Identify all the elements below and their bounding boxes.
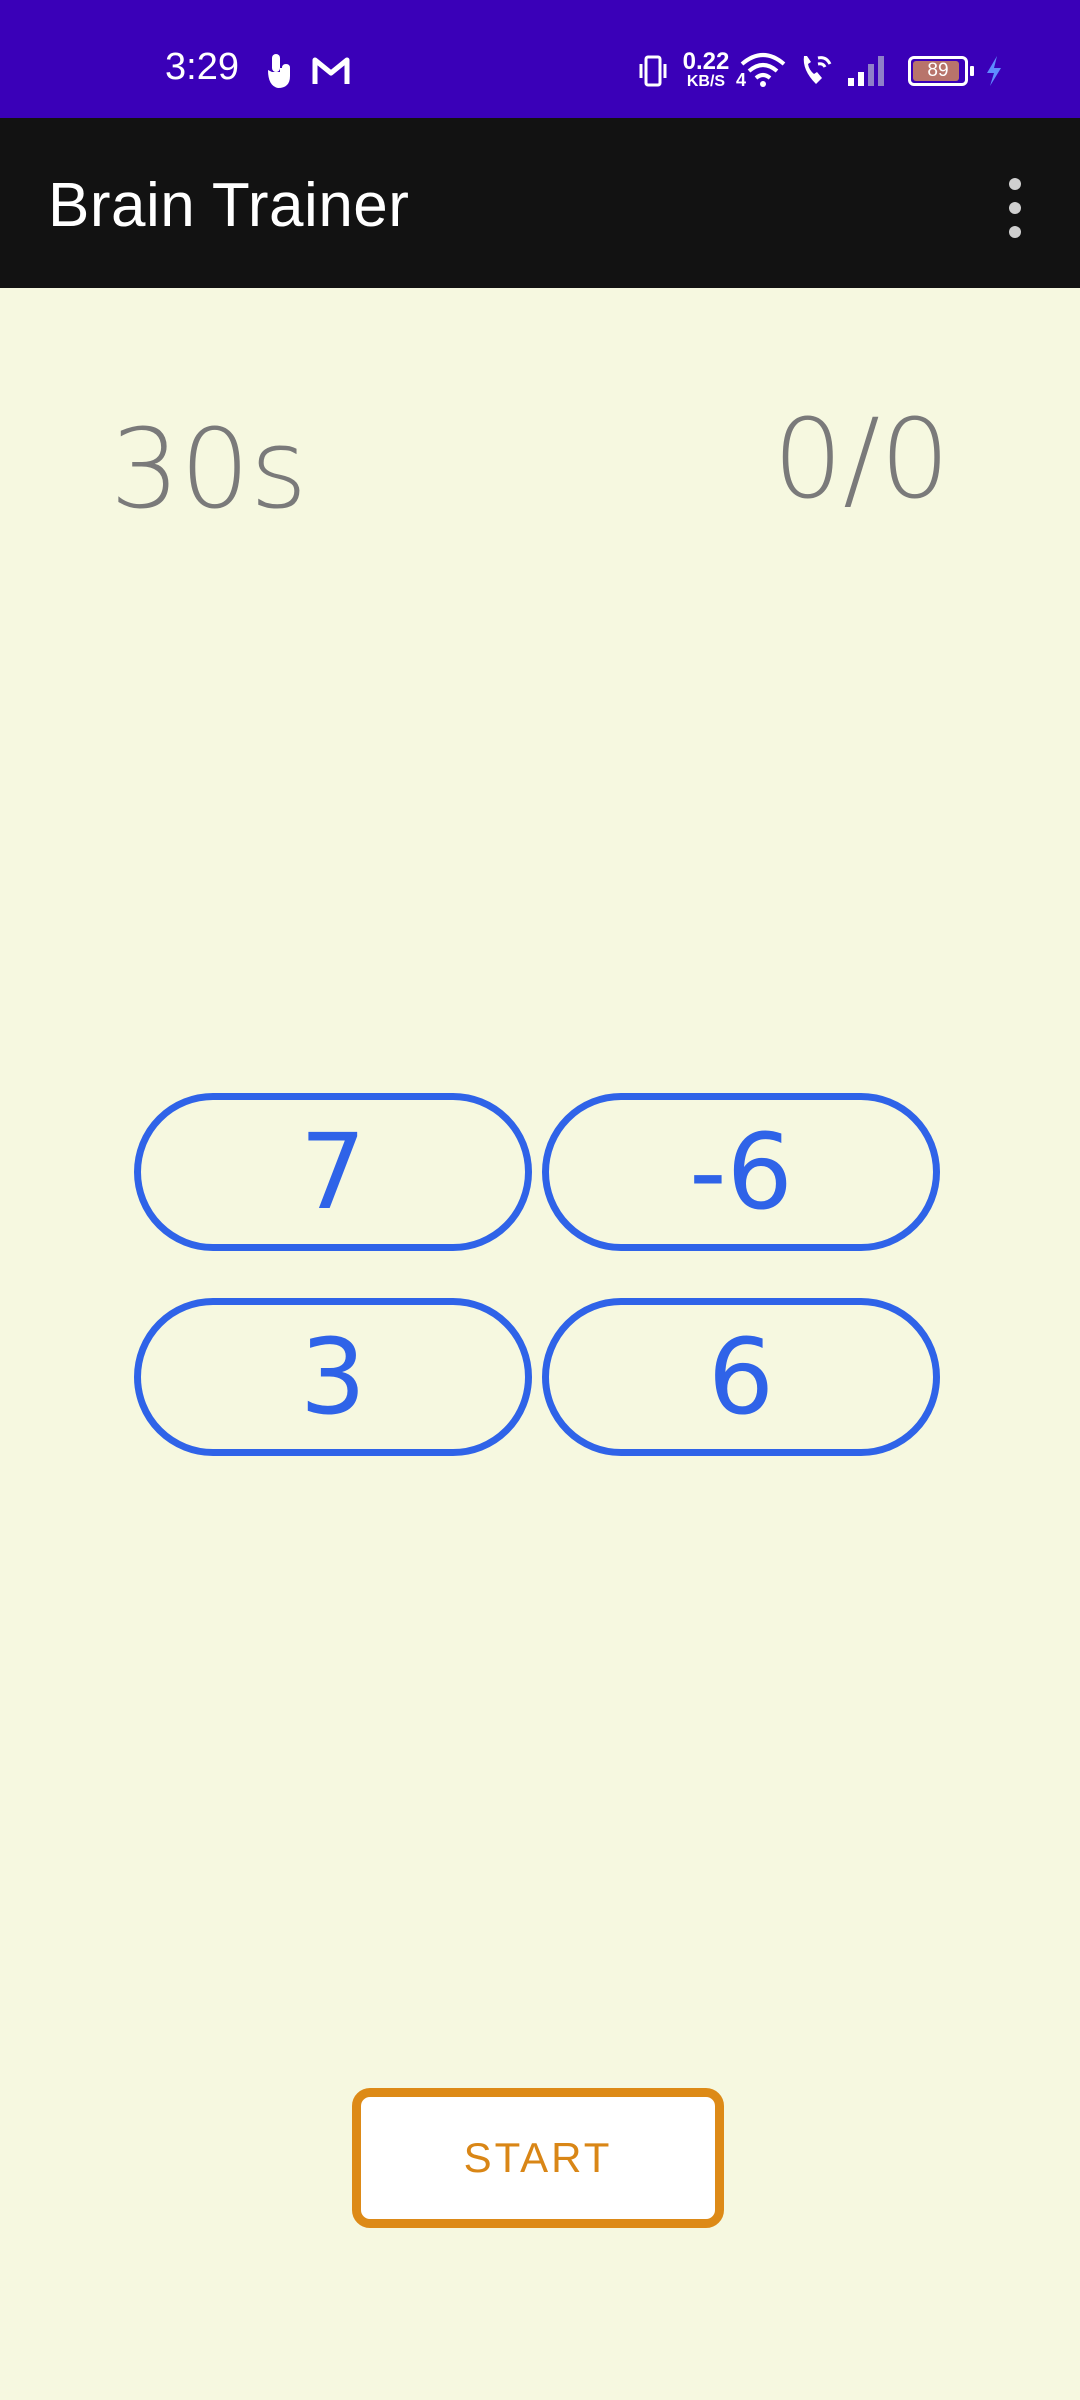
start-button[interactable]: START <box>352 2088 724 2228</box>
battery-level: 89 <box>927 60 949 81</box>
net-speed-value: 0.22 <box>682 48 730 75</box>
wifi-calling-icon <box>798 52 834 93</box>
vibrate-icon <box>636 54 670 93</box>
app-bar: Brain Trainer <box>0 118 1080 288</box>
status-bar: 3:29 0.22 KB/S 4 89 <box>0 0 1080 118</box>
gmail-icon <box>312 56 350 91</box>
answer-button-1[interactable]: -6 <box>542 1093 940 1251</box>
charging-icon <box>984 54 1004 93</box>
touch-gesture-icon <box>260 50 296 95</box>
answer-button-2[interactable]: 3 <box>134 1298 532 1456</box>
more-vert-icon[interactable] <box>1000 178 1030 238</box>
network-type: 4 <box>736 70 747 90</box>
timer-text: 30s <box>110 405 308 533</box>
answer-button-3[interactable]: 6 <box>542 1298 940 1456</box>
signal-icon <box>846 54 890 93</box>
net-speed: 0.22 KB/S <box>680 50 732 90</box>
net-speed-unit: KB/S <box>686 73 726 90</box>
answer-button-0[interactable]: 7 <box>134 1093 532 1251</box>
score-text: 0/0 <box>772 395 950 523</box>
status-time: 3:29 <box>165 46 239 88</box>
battery-icon: 89 <box>908 56 968 86</box>
app-title: Brain Trainer <box>48 171 410 240</box>
